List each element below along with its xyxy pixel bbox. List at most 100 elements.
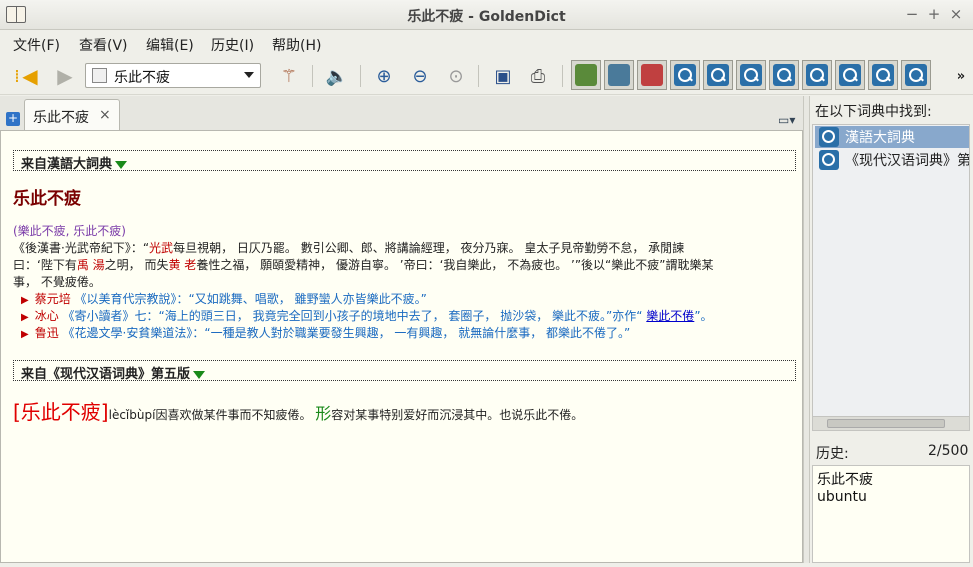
menu-help[interactable]: 帮助(H) [272, 35, 321, 55]
dictionary-search-icon [674, 64, 696, 86]
print-icon[interactable]: ⎙ [525, 63, 551, 89]
zoom-in-icon[interactable]: ⊕ [371, 63, 397, 89]
save-icon[interactable]: ▣ [490, 63, 516, 89]
list-item-label: 《现代汉语词典》第 [845, 153, 969, 169]
list-item[interactable]: 漢語大詞典 [815, 126, 969, 148]
list-item[interactable]: 《现代汉语词典》第 [815, 149, 969, 171]
dictionary-search-icon [806, 64, 828, 86]
found-pane-title: 在以下词典中找到: [815, 104, 932, 120]
collapse-icon[interactable] [115, 160, 128, 169]
title-bar: 乐此不疲 - GoldenDict − + × [0, 0, 973, 30]
definition-text: 因喜欢做某件事而不知疲倦。 [155, 408, 312, 422]
maximize-button[interactable]: + [925, 5, 943, 23]
definition-text: 容对某事特别爱好而沉浸其中。也说乐此不倦。 [331, 408, 584, 422]
person-name: 禹 湯 [76, 258, 105, 272]
scrollbar-thumb[interactable] [827, 419, 945, 428]
dictionary-toggle-button[interactable] [802, 60, 832, 90]
dictionary-toggle-button[interactable] [736, 60, 766, 90]
menu-bar: 文件(F) 查看(V) 编辑(E) 历史(I) 帮助(H) [0, 31, 973, 57]
cross-reference-link[interactable]: 樂此不倦 [646, 309, 694, 323]
headword: 乐此不疲 [13, 189, 81, 209]
history-item[interactable]: 乐此不疲 [817, 469, 873, 489]
dictionary-search-icon [905, 64, 927, 86]
dictionary-toggle-button[interactable] [868, 60, 898, 90]
example-text: ”。 [694, 309, 713, 323]
dictionary-toggle-button[interactable] [604, 60, 634, 90]
found-dictionaries-list: 漢語大詞典 《现代汉语词典》第 [812, 124, 970, 431]
dictionary-header[interactable]: 来自漢語大詞典 [13, 150, 796, 172]
part-of-speech: 形 [315, 404, 332, 423]
menu-view[interactable]: 查看(V) [79, 35, 128, 55]
person-name: 黄 老 [168, 258, 197, 272]
definition-text: 養性之福， 願頤愛精神， 優游自寧。 ’帝曰：‘我自樂此， 不為疲也。 ’”後以… [196, 258, 714, 272]
speaker-icon[interactable]: 🔈 [324, 63, 350, 89]
dictionary-header[interactable]: 来自《现代汉语词典》第五版 [13, 360, 796, 382]
variant-forms: (樂此不疲, 乐此不疲) [13, 224, 126, 238]
tab-current[interactable]: 乐此不疲 × [24, 99, 120, 131]
dictionary-search-icon [819, 150, 839, 170]
zoom-out-icon[interactable]: ⊖ [407, 63, 433, 89]
dictionary-toggle-button[interactable] [901, 60, 931, 90]
example-line: ▶ 鲁迅 《花邊文學·安貧樂道法》：“一種是教人對於職業要發生興趣， 一有興趣， … [21, 325, 630, 343]
dictionary-search-icon [773, 64, 795, 86]
book-stack-icon [575, 64, 597, 86]
toolbar-separator [478, 65, 479, 87]
history-title: 历史: [816, 446, 849, 462]
menu-history[interactable]: 历史(I) [211, 35, 254, 55]
dictionary-search-icon [872, 64, 894, 86]
dictionary-toggle-button[interactable] [769, 60, 799, 90]
close-button[interactable]: × [947, 5, 965, 23]
pinyin: lècǐbùpí [108, 408, 156, 422]
magic-wand-icon[interactable]: ⚚ [276, 63, 302, 89]
bullet-icon: ▶ [21, 329, 29, 340]
definition-line: 事， 不覺疲倦。 [13, 275, 101, 289]
tab-bar: + 乐此不疲 × [0, 96, 806, 131]
dictionary-toggle-button[interactable] [835, 60, 865, 90]
forward-arrow-icon[interactable]: ▶ [52, 63, 78, 89]
menu-edit[interactable]: 编辑(E) [146, 35, 194, 55]
definition-text: 每旦視朝， 日仄乃罷。 數引公卿、郎、將講論經理， 夜分乃寐。 皇太子見帝勤勞不… [173, 241, 685, 255]
zoom-reset-icon[interactable]: ⊙ [443, 63, 469, 89]
search-combobox[interactable]: 乐此不疲 [85, 63, 261, 88]
search-icon [92, 68, 107, 83]
search-input[interactable]: 乐此不疲 [114, 67, 170, 87]
definition-line: 《後漢書·光武帝紀下》：“光武每旦視朝， 日仄乃罷。 數引公卿、郎、將講論經理，… [13, 240, 798, 257]
back-arrow-icon[interactable]: ◀ [17, 63, 43, 89]
dictionary-toggle-button[interactable] [637, 60, 667, 90]
example-line: ▶ 蔡元培 《以美育代宗教說》：“又如跳舞、唱歌， 雖野蠻人亦皆樂此不疲。” [21, 291, 427, 309]
new-tab-button[interactable]: + [6, 112, 20, 126]
person-name: 光武 [149, 241, 174, 255]
dictionary-toggle-button[interactable] [571, 60, 601, 90]
example-author: 鲁迅 [34, 326, 59, 340]
toolbar-overflow-icon[interactable]: » [952, 63, 970, 89]
example-text: 《以美育代宗教說》：“又如跳舞、唱歌， 雖野蠻人亦皆樂此不疲。” [74, 292, 427, 306]
toolbar-separator [562, 65, 563, 87]
toolbar-separator [360, 65, 361, 87]
dictionary-search-icon [740, 64, 762, 86]
example-text: 《寄小讀者》七：“海上的頭三日， 我竟完全回到小孩子的境地中去了， 套圈子， 抛… [62, 309, 643, 323]
definition-line: 曰：‘陛下有禹 湯之明， 而失黄 老養性之福， 願頤愛精神， 優游自寧。 ’帝曰… [13, 257, 798, 274]
definition-text: 之明， 而失 [104, 258, 169, 272]
dictionary-search-icon [707, 64, 729, 86]
horizontal-scrollbar[interactable] [812, 416, 970, 431]
menu-file[interactable]: 文件(F) [13, 35, 60, 55]
history-item[interactable]: ubuntu [817, 489, 867, 505]
dictionary-toggle-button[interactable] [670, 60, 700, 90]
chevron-down-icon[interactable] [244, 72, 254, 78]
tab-list-icon[interactable]: ▭▾ [778, 113, 798, 127]
collapse-icon[interactable] [193, 370, 206, 379]
dictionary-name: 来自《现代汉语词典》第五版 [21, 367, 191, 382]
headword: [乐此不疲] [13, 400, 109, 424]
example-text: 《花邊文學·安貧樂道法》：“一種是教人對於職業要發生興趣， 一有興趣， 就無論什… [62, 326, 631, 340]
toolbar-separator [312, 65, 313, 87]
close-tab-icon[interactable]: × [99, 107, 111, 123]
dictionary-search-icon [839, 64, 861, 86]
dictionary-toggle-button[interactable] [703, 60, 733, 90]
article-view: 来自漢語大詞典 乐此不疲 (樂此不疲, 乐此不疲) 《後漢書·光武帝紀下》：“光… [0, 130, 803, 563]
definition-text: 《後漢書·光武帝紀下》：“ [13, 241, 150, 255]
example-line: ▶ 冰心 《寄小讀者》七：“海上的頭三日， 我竟完全回到小孩子的境地中去了， 套圈… [21, 308, 713, 326]
pane-splitter[interactable] [803, 96, 810, 563]
book-stack-icon [608, 64, 630, 86]
example-author: 蔡元培 [34, 292, 71, 306]
minimize-button[interactable]: − [903, 5, 921, 23]
